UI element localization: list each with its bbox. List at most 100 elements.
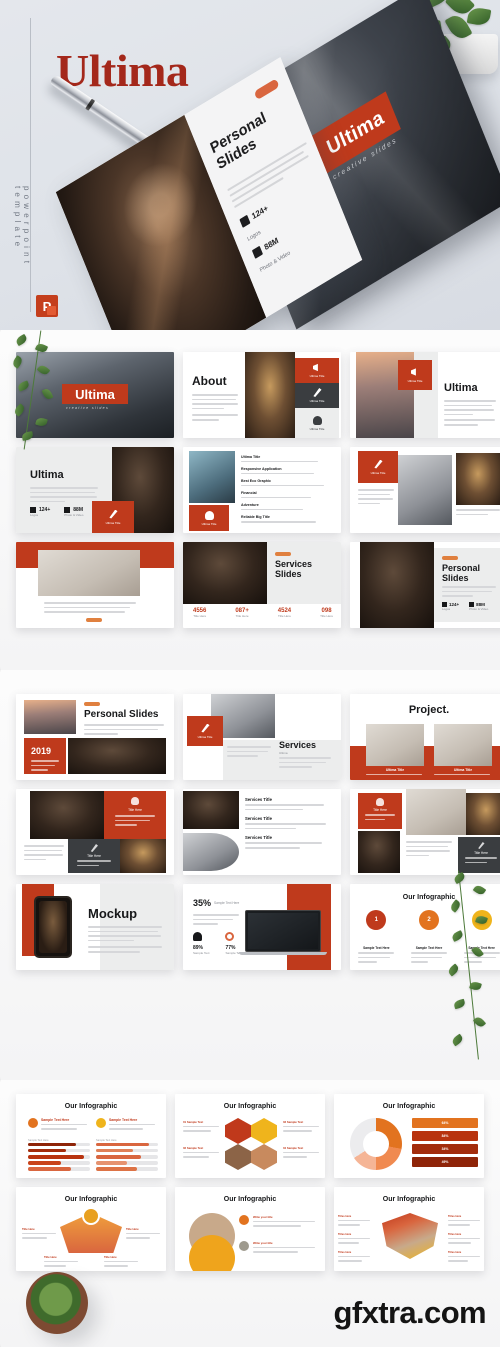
bullet-dot-icon	[239, 1215, 249, 1225]
hero-vertical-label: powerpoint template	[13, 186, 31, 268]
services-item-title: Services Title	[245, 835, 272, 841]
intro-card[interactable]: Ultima Title	[398, 360, 432, 390]
slide-gallery-a[interactable]: Title Here Title Here	[16, 789, 174, 875]
ig-fan-label: Title Here	[22, 1227, 35, 1231]
megaphone-icon	[410, 368, 416, 376]
list-card[interactable]: Ultima Title	[189, 505, 229, 531]
ig-donut-value: 84%	[441, 1134, 449, 1138]
services-item-title: Services Title	[245, 816, 272, 822]
ig-donut-value: 64%	[441, 1121, 449, 1125]
list-item-title: Adventure	[241, 503, 259, 508]
mockup-title: Mockup	[88, 906, 138, 921]
services-title: Services Slides	[275, 559, 313, 579]
services-intro-title: Services	[279, 740, 317, 750]
list-item: Adventure	[241, 503, 335, 511]
infographic-circles-title: Our Infographic	[402, 894, 456, 901]
slide-stats-mockup[interactable]: 35% Sample Text Here 89% Sample Text 77%	[183, 884, 341, 970]
stat-label: Title Here	[193, 614, 207, 618]
circle-label: Sample Text Here	[415, 946, 443, 950]
about-card-3[interactable]: Ultima Title	[295, 408, 339, 438]
ig-donut-value: 49%	[441, 1160, 449, 1164]
ig-bars-title: Our Infographic	[64, 1103, 118, 1110]
stat-label: Logos	[30, 513, 39, 517]
slides-grid-1: Ultima creative slides About Ultima Titl…	[16, 352, 500, 628]
feature-card-label: Ultima Title	[370, 470, 386, 475]
stat-item: 087+ Title Here	[235, 608, 249, 618]
personal-title: Personal Slides	[442, 563, 481, 583]
slide-mockup[interactable]: Mockup	[16, 884, 174, 970]
ig-fan-label: Title Here	[104, 1255, 117, 1259]
about-card-1[interactable]: Ultima Title	[295, 358, 339, 383]
slide-photo[interactable]	[16, 542, 174, 628]
slide-services-intro[interactable]: Ultima Title Services Ultima	[183, 694, 341, 780]
slide-cover-badge: Ultima	[75, 386, 115, 402]
powerpoint-icon: P	[36, 295, 58, 317]
bulb-icon	[131, 797, 139, 805]
ig-donut-value: 34%	[441, 1147, 449, 1151]
slide-personal[interactable]: Personal Slides 124+ Logos 88M Photo & V…	[350, 542, 500, 628]
services-tag	[275, 552, 291, 556]
slide-services[interactable]: Services Slides 4556 Title Here 087+ Tit…	[183, 542, 341, 628]
circle-number: 1	[366, 910, 387, 930]
slide-project[interactable]: Project. Ultima Title Ultima Title	[350, 694, 500, 780]
stat-label: Logos	[442, 607, 451, 611]
stats-card-label: Ultima Title	[105, 520, 121, 525]
ig-fan-label: Title Here	[44, 1255, 57, 1259]
list-item: Reliable Big Title	[241, 515, 335, 523]
slide-feature[interactable]: Ultima Title	[350, 447, 500, 533]
slide-personal-2019[interactable]: Personal Slides 2019	[16, 694, 174, 780]
stats-title: Ultima	[30, 469, 64, 481]
slide-infographic-bars[interactable]: Our Infographic Sample Text Here Sample …	[16, 1094, 166, 1178]
cta-pill[interactable]	[86, 618, 102, 622]
slide-infographic-star[interactable]: Our Infographic Titles Here Titles Here …	[334, 1187, 484, 1271]
slide-infographic-hexagon[interactable]: Our Infographic 01 Sample Text 02 Sample…	[175, 1094, 325, 1178]
gear-icon	[96, 1118, 106, 1128]
stat-label: Photo & Video	[469, 607, 489, 611]
stat-item: 89% Sample Text	[193, 932, 209, 955]
slide-ultima-intro[interactable]: Ultima Title Ultima	[350, 352, 500, 438]
slide-cover[interactable]: Ultima creative slides	[16, 352, 174, 438]
ig-star-label: Titles Here	[448, 1233, 462, 1236]
stat-label: Title Here	[320, 614, 333, 618]
slide-infographic-donut[interactable]: Our Infographic 64% 84% 34% 49%	[334, 1094, 484, 1178]
about-card-2[interactable]: Ultima Title	[295, 383, 339, 408]
list-item: Services Title	[245, 797, 333, 811]
stat-label: Title Here	[235, 614, 249, 618]
stat-label: Photo & Video	[64, 513, 84, 517]
ig-star-title: Our Infographic	[382, 1196, 436, 1203]
stats-card[interactable]: Ultima Title	[92, 501, 134, 533]
feature-card[interactable]: Ultima Title	[358, 451, 398, 483]
logo-icon	[239, 214, 251, 228]
slide-about[interactable]: About Ultima Title Ultima Title Ultima T…	[183, 352, 341, 438]
infographics-grid: Our Infographic Sample Text Here Sample …	[16, 1094, 484, 1271]
circle-label: Sample Text Here	[468, 946, 495, 950]
slide-infographic-circles[interactable]: Our Infographic 1 Sample Text Here 2 Sam…	[350, 884, 500, 970]
year-value: 2019	[31, 746, 52, 756]
slides-section-1: Ultima creative slides About Ultima Titl…	[0, 330, 500, 670]
slide-infographic-fan[interactable]: Our Infographic Title Here Title Here Ti…	[16, 1187, 166, 1271]
slide-infographic-circles2[interactable]: Our Infographic Write your title Write y…	[175, 1187, 325, 1271]
ig-donut-bar: 34%	[412, 1144, 478, 1154]
list-item: Ultima Title	[241, 455, 335, 463]
product-showcase-page: Ultima powerpoint template P Ultima crea…	[0, 0, 500, 1347]
powerpoint-icon-letter: P	[42, 298, 52, 314]
about-card-1-label: Ultima Title	[309, 374, 325, 378]
hero-stat-value: 88M	[263, 235, 280, 253]
slide-list[interactable]: Ultima Title Responsive Application Best…	[183, 447, 341, 533]
slide-gallery-b[interactable]: Title Here Title Here	[350, 789, 500, 875]
intro-card-label: Ultima Title	[407, 378, 423, 383]
services-card[interactable]: Ultima Title	[187, 716, 223, 746]
pen-icon	[478, 842, 485, 849]
services-item-title: Services Title	[245, 797, 272, 802]
list-item: Services Title	[245, 816, 333, 830]
potted-plant-decoration	[26, 1272, 88, 1334]
mockup-stat-label: Sample Text Here	[214, 901, 240, 905]
services-card-label: Ultima Title	[197, 734, 213, 739]
circle-number: 2	[418, 910, 439, 930]
slide-services-list[interactable]: Services Title Services Title Services T…	[183, 789, 341, 875]
ig-circles2-title: Our Infographic	[223, 1196, 277, 1203]
stat-item: 124+ Logos	[30, 507, 50, 517]
slide-ultima-stats[interactable]: Ultima 124+ Logos 88M Photo & Video Ulti…	[16, 447, 174, 533]
stat-item: 88M Photo & Video	[64, 507, 83, 517]
camera-icon	[251, 245, 264, 259]
